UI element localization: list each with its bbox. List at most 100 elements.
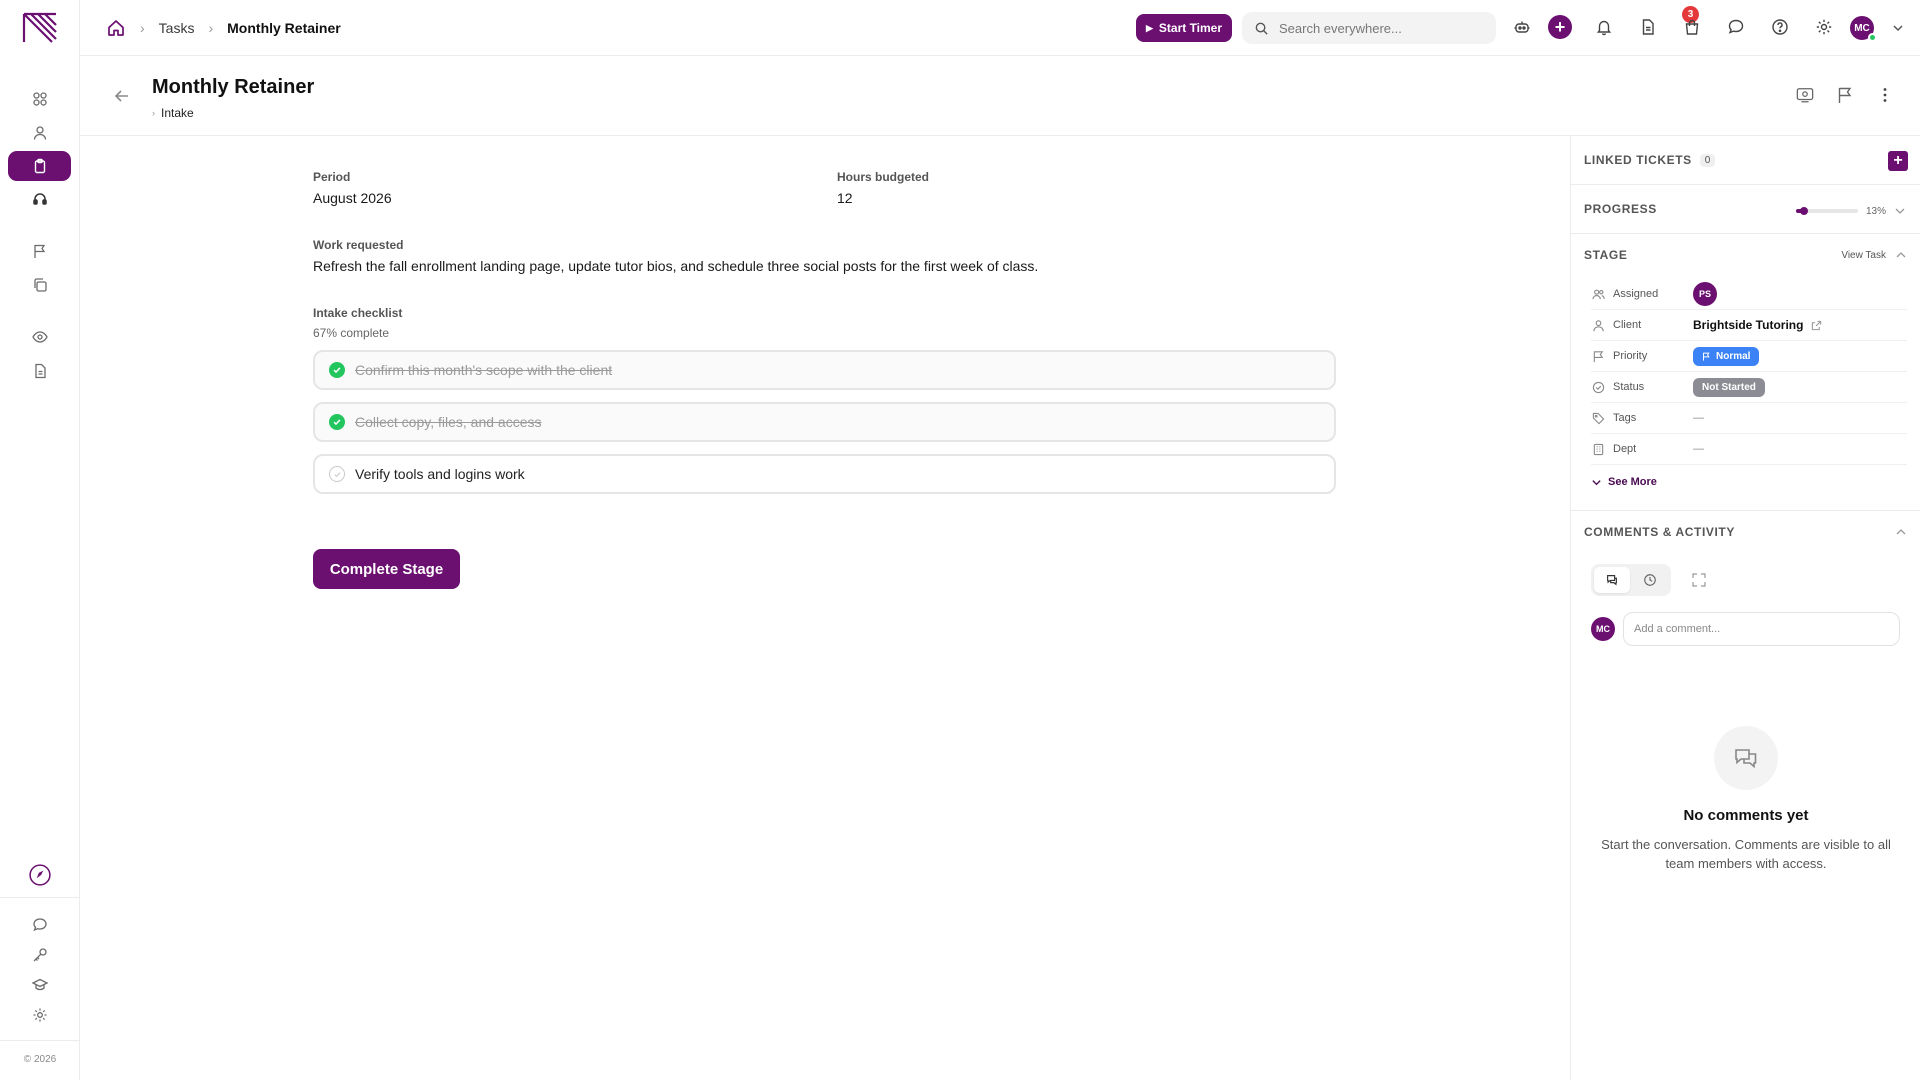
empty-comments-description: Start the conversation. Comments are vis… [1601, 837, 1891, 871]
add-linked-ticket-button[interactable]: + [1888, 151, 1908, 171]
progress-section[interactable]: PROGRESS 13% [1571, 185, 1920, 234]
files-button[interactable] [1637, 16, 1659, 38]
checklist-item[interactable]: Collect copy, files, and access [313, 402, 1336, 442]
bell-icon [1596, 20, 1612, 36]
client-name[interactable]: Brightside Tutoring [1693, 318, 1803, 332]
assigned-row[interactable]: Assigned PS [1591, 279, 1907, 310]
chevron-right-icon: › [152, 108, 155, 118]
rail-rocket[interactable] [8, 860, 71, 890]
checklist-item-text: Verify tools and logins work [355, 466, 525, 482]
back-arrow-icon[interactable] [112, 86, 132, 106]
see-more-link[interactable]: See More [1591, 476, 1657, 488]
quick-add-button[interactable]: + [1548, 15, 1572, 39]
stage-section-header[interactable]: STAGE View Task [1571, 234, 1920, 276]
account-menu-toggle[interactable] [1887, 17, 1909, 39]
comment-input[interactable] [1623, 612, 1900, 646]
tags-row[interactable]: Tags — [1591, 403, 1907, 434]
comments-section-header[interactable]: COMMENTS & ACTIVITY [1571, 510, 1920, 552]
rail-keys[interactable] [8, 940, 71, 970]
chevron-up-icon[interactable] [1895, 526, 1907, 538]
priority-text: Normal [1716, 350, 1751, 362]
chevron-down-icon[interactable] [1894, 205, 1906, 217]
priority-row[interactable]: Priority Normal [1591, 341, 1907, 372]
rail-dashboard[interactable] [8, 84, 71, 114]
messages-button[interactable] [1725, 16, 1747, 38]
page-title: Monthly Retainer [152, 76, 315, 98]
dept-label: Dept [1613, 443, 1637, 455]
rail-chat[interactable] [8, 910, 71, 940]
client-value: Brightside Tutoring [1693, 318, 1822, 332]
priority-badge[interactable]: Normal [1693, 346, 1760, 366]
start-timer-button[interactable]: ▶ Start Timer [1136, 14, 1232, 42]
empty-comments-illustration [1714, 726, 1778, 790]
left-rail: © 2026 [0, 0, 80, 1080]
screen-record-icon[interactable] [1796, 86, 1814, 104]
external-link-icon[interactable] [1811, 320, 1822, 331]
more-vertical-icon[interactable] [1876, 86, 1894, 104]
stage-name: Intake [161, 106, 194, 120]
client-row[interactable]: Client Brightside Tutoring [1591, 310, 1907, 341]
settings-button[interactable] [1813, 16, 1835, 38]
file-icon [1642, 19, 1654, 35]
checklist-item[interactable]: Confirm this month's scope with the clie… [313, 350, 1336, 390]
assignee-avatar[interactable]: PS [1693, 282, 1717, 306]
status-row[interactable]: Status Not Started [1591, 372, 1907, 403]
rail-contacts[interactable] [8, 118, 71, 148]
home-icon[interactable] [106, 18, 126, 38]
chevron-right-icon: › [140, 20, 145, 36]
global-search[interactable] [1242, 12, 1496, 44]
chat-bubbles-icon [1735, 749, 1757, 769]
notifications-button[interactable] [1593, 16, 1615, 38]
rail-divider-bottom [0, 1040, 80, 1041]
chat-icon [32, 918, 47, 932]
online-status-dot [1868, 33, 1877, 42]
dept-row[interactable]: Dept — [1591, 434, 1907, 465]
check-done-icon[interactable] [329, 414, 345, 430]
rail-watch[interactable] [8, 322, 71, 352]
complete-stage-button[interactable]: Complete Stage [313, 549, 460, 589]
work-requested-field: Work requested Refresh the fall enrollme… [313, 238, 1343, 274]
store-button[interactable] [1681, 16, 1703, 38]
rail-settings[interactable] [8, 1000, 71, 1030]
rail-support[interactable] [8, 184, 71, 214]
rail-documents[interactable] [8, 356, 71, 386]
breadcrumb-current: Monthly Retainer [227, 20, 341, 36]
flag-icon [1591, 349, 1605, 363]
check-done-icon[interactable] [329, 362, 345, 378]
plus-icon: + [1893, 152, 1903, 169]
rail-divider [0, 897, 80, 898]
app-logo[interactable] [22, 12, 58, 44]
help-button[interactable] [1769, 16, 1791, 38]
comments-icon [1606, 575, 1617, 586]
progress-percent: 13% [1865, 205, 1886, 217]
rail-assets[interactable] [8, 270, 71, 300]
view-task-link[interactable]: View Task [1841, 250, 1886, 261]
eye-icon [31, 331, 48, 343]
status-badge[interactable]: Not Started [1693, 377, 1765, 397]
gear-icon [33, 1008, 46, 1022]
rail-tasks[interactable] [8, 151, 71, 181]
check-empty-icon[interactable] [329, 466, 345, 482]
assigned-label: Assigned [1613, 288, 1659, 300]
checklist-item[interactable]: Verify tools and logins work [313, 454, 1336, 494]
progress-indicator: 13% [1795, 205, 1906, 217]
expand-icon[interactable] [1691, 572, 1707, 588]
flag-icon[interactable] [1836, 86, 1854, 104]
checklist-item-text: Confirm this month's scope with the clie… [355, 362, 613, 378]
assistant-button[interactable] [1511, 16, 1533, 38]
plus-icon: + [1554, 17, 1566, 37]
chevron-right-icon: › [208, 20, 214, 36]
activity-tab[interactable] [1633, 567, 1669, 593]
gear-icon [1816, 19, 1832, 35]
search-input[interactable] [1279, 20, 1479, 36]
graduation-cap-icon [31, 978, 48, 991]
rail-learning[interactable] [8, 970, 71, 1000]
assigned-value: PS [1693, 282, 1717, 306]
clock-icon [1644, 574, 1657, 586]
comments-tab[interactable] [1594, 567, 1630, 593]
chevron-down-icon [1592, 479, 1601, 485]
breadcrumb-tasks[interactable]: Tasks [159, 20, 195, 36]
flag-icon [1703, 352, 1710, 361]
rail-flags[interactable] [8, 236, 71, 266]
chevron-up-icon[interactable] [1895, 249, 1907, 261]
